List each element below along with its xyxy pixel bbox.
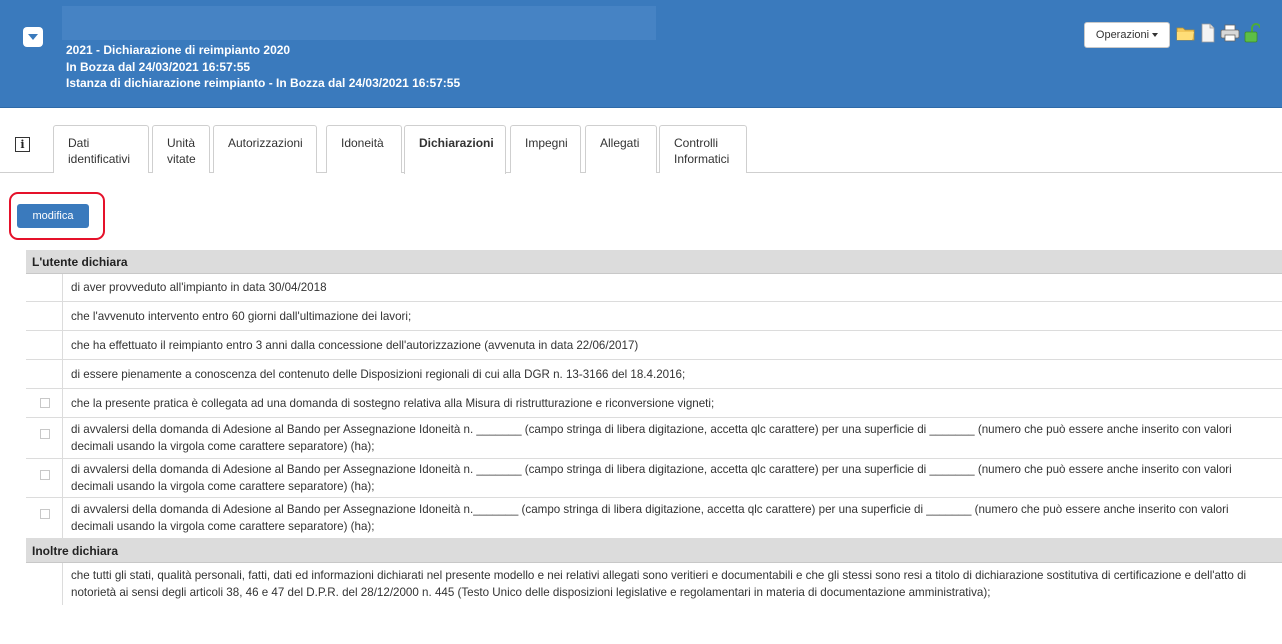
tab-idoneita[interactable]: Idoneità xyxy=(326,125,402,173)
table-row: di aver provveduto all'impianto in data … xyxy=(26,274,1282,302)
tab-label: Dati xyxy=(68,136,90,150)
tab-bar: Dati identificativi Unità vitate Autoriz… xyxy=(0,125,1282,174)
header-titles: 2021 - Dichiarazione di reimpianto 2020 … xyxy=(66,42,460,92)
tab-allegati[interactable]: Allegati xyxy=(585,125,657,173)
table-row: che tutti gli stati, qualità personali, … xyxy=(26,563,1282,605)
modifica-highlight: modifica xyxy=(9,192,105,240)
tab-impegni[interactable]: Impegni xyxy=(510,125,581,173)
tab-label: Dichiarazioni xyxy=(419,136,494,150)
tab-dichiarazioni[interactable]: Dichiarazioni xyxy=(404,125,506,174)
table-row: di avvalersi della domanda di Adesione a… xyxy=(26,498,1282,539)
print-icon[interactable] xyxy=(1220,22,1240,44)
checkbox-cell xyxy=(26,563,63,605)
unlock-icon[interactable] xyxy=(1242,22,1262,44)
modifica-button[interactable]: modifica xyxy=(17,204,89,228)
practice-detail: Istanza di dichiarazione reimpianto - In… xyxy=(66,76,461,90)
table-row: di essere pienamente a conoscenza del co… xyxy=(26,360,1282,389)
tab-label: vitate xyxy=(167,152,196,166)
checkbox-cell xyxy=(26,459,63,497)
declarations-table: L'utente dichiara di aver provveduto all… xyxy=(26,250,1282,605)
declaration-checkbox[interactable] xyxy=(40,470,50,480)
declaration-checkbox[interactable] xyxy=(40,509,50,519)
declaration-text: che ha effettuato il reimpianto entro 3 … xyxy=(71,338,639,352)
tab-controlli-informatici[interactable]: Controlli Informatici xyxy=(659,125,747,173)
declaration-checkbox[interactable] xyxy=(40,398,50,408)
declaration-text: che l'avvenuto intervento entro 60 giorn… xyxy=(71,309,412,323)
table-row: di avvalersi della domanda di Adesione a… xyxy=(26,418,1282,459)
declaration-text: di avvalersi della domanda di Adesione a… xyxy=(71,503,1229,533)
tab-label: Controlli xyxy=(674,136,719,150)
declaration-text: di aver provveduto all'impianto in data … xyxy=(71,281,327,294)
tab-label: Unità xyxy=(167,136,196,150)
checkbox-cell xyxy=(26,498,63,538)
tab-label: Informatici xyxy=(674,152,730,166)
section-heading: L'utente dichiara xyxy=(26,250,1282,274)
checkbox-cell xyxy=(26,418,63,458)
tab-autorizzazioni[interactable]: Autorizzazioni xyxy=(213,125,317,173)
page-header: 2021 - Dichiarazione di reimpianto 2020 … xyxy=(0,0,1282,108)
checkbox-cell xyxy=(26,274,63,301)
chevron-down-icon xyxy=(1152,33,1159,37)
open-folder-icon[interactable] xyxy=(1176,22,1196,44)
collapse-toggle-icon[interactable] xyxy=(23,27,43,47)
table-row: di avvalersi della domanda di Adesione a… xyxy=(26,459,1282,498)
checkbox-cell xyxy=(26,389,63,417)
declaration-text: di avvalersi della domanda di Adesione a… xyxy=(71,463,1232,493)
tab-label: Idoneità xyxy=(341,136,384,150)
table-row: che ha effettuato il reimpianto entro 3 … xyxy=(26,331,1282,360)
document-icon[interactable] xyxy=(1198,22,1218,44)
declaration-checkbox[interactable] xyxy=(40,429,50,439)
declaration-text: che la presente pratica è collegata ad u… xyxy=(71,396,715,410)
practice-status: In Bozza dal 24/03/2021 16:57:55 xyxy=(66,59,251,74)
practice-title: 2021 - Dichiarazione di reimpianto 2020 xyxy=(66,43,291,57)
checkbox-cell xyxy=(26,331,63,359)
declaration-text: che tutti gli stati, qualità personali, … xyxy=(71,569,1247,599)
operations-dropdown[interactable]: Operazioni xyxy=(1084,22,1170,48)
tab-dati-identificativi[interactable]: Dati identificativi xyxy=(53,125,149,173)
tab-label: Autorizzazioni xyxy=(228,136,303,150)
section-heading: Inoltre dichiara xyxy=(26,539,1282,563)
tab-label: Allegati xyxy=(600,136,640,150)
operations-label: Operazioni xyxy=(1095,29,1150,41)
table-row: che l'avvenuto intervento entro 60 giorn… xyxy=(26,302,1282,331)
declaration-text: di essere pienamente a conoscenza del co… xyxy=(71,367,686,381)
checkbox-cell xyxy=(26,360,63,388)
table-row: che la presente pratica è collegata ad u… xyxy=(26,389,1282,418)
tab-label: Impegni xyxy=(525,136,568,150)
tab-label: identificativi xyxy=(68,152,131,166)
declaration-text: di avvalersi della domanda di Adesione a… xyxy=(71,423,1232,453)
checkbox-cell xyxy=(26,302,63,330)
tab-unita-vitate[interactable]: Unità vitate xyxy=(152,125,210,173)
header-band xyxy=(62,6,656,40)
